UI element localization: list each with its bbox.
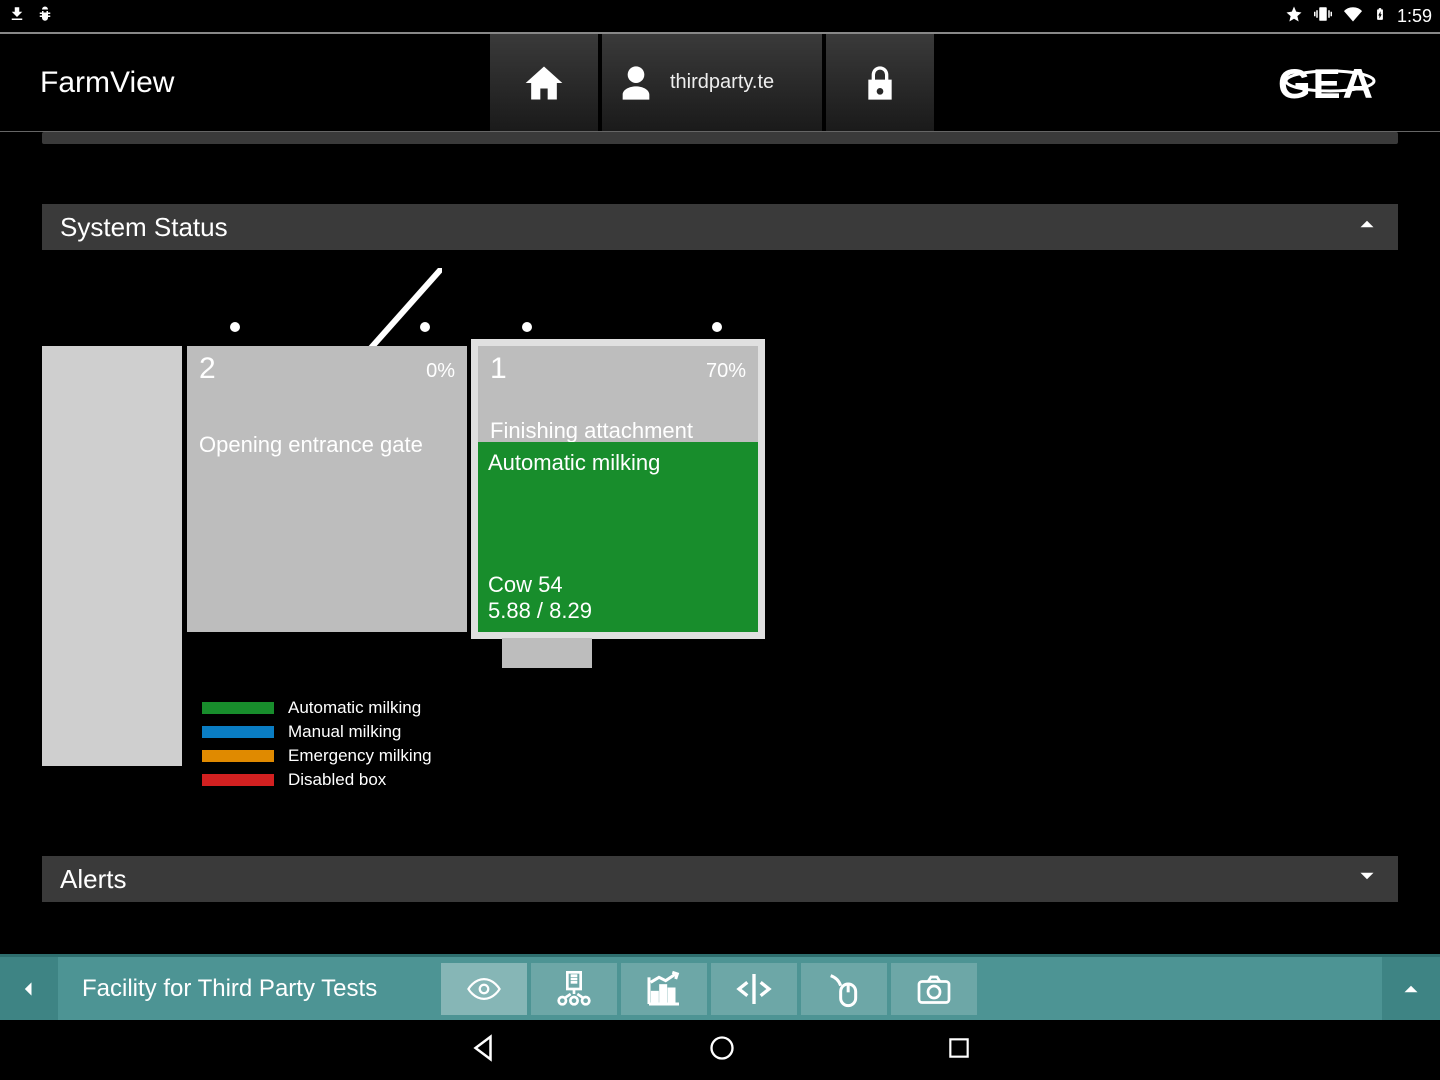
dot (522, 322, 532, 332)
legend-row-auto: Automatic milking (202, 696, 432, 720)
legend-label: Manual milking (288, 722, 401, 742)
dot (420, 322, 430, 332)
box-percent: 70% (706, 360, 746, 383)
app-header: FarmView thirdparty.te GEA (0, 34, 1440, 132)
bottom-toolbar: Facility for Third Party Tests (0, 954, 1440, 1020)
main-area: System Status 2 0% Opening entrance gate (0, 132, 1440, 890)
home-button[interactable] (490, 34, 598, 131)
swatch-red (202, 774, 274, 786)
stats-button[interactable] (621, 963, 707, 1015)
gate-line (362, 268, 442, 358)
side-block (42, 346, 182, 766)
debug-icon (36, 5, 54, 28)
box-cow: Cow 54 (488, 572, 563, 598)
box-number: 1 (490, 352, 507, 386)
legend-label: Emergency milking (288, 746, 432, 766)
back-button[interactable] (0, 957, 58, 1020)
alerts-title: Alerts (60, 864, 126, 895)
mouse-button[interactable] (801, 963, 887, 1015)
legend-row-disabled: Disabled box (202, 768, 432, 792)
box-yield: 5.88 / 8.29 (488, 598, 592, 624)
lock-button[interactable] (826, 34, 934, 131)
legend-label: Disabled box (288, 770, 386, 790)
alerts-header[interactable]: Alerts (42, 856, 1398, 902)
split-button[interactable] (711, 963, 797, 1015)
nav-home-button[interactable] (708, 1034, 736, 1067)
box-status: Finishing attachment (490, 418, 693, 444)
legend-row-manual: Manual milking (202, 720, 432, 744)
dot (712, 322, 722, 332)
wifi-icon (1343, 5, 1363, 28)
box-status: Opening entrance gate (199, 432, 423, 458)
box-percent: 0% (426, 360, 455, 383)
legend-row-emergency: Emergency milking (202, 744, 432, 768)
brand-logo: GEA (1278, 56, 1418, 115)
vibrate-icon (1313, 5, 1333, 28)
swatch-blue (202, 726, 274, 738)
dot (230, 322, 240, 332)
expand-up-button[interactable] (1382, 957, 1440, 1020)
swatch-green (202, 702, 274, 714)
chevron-down-icon (1354, 863, 1380, 896)
chevron-up-icon (1354, 211, 1380, 243)
legend-label: Automatic milking (288, 698, 421, 718)
user-label: thirdparty.te (670, 71, 774, 94)
download-icon (8, 5, 26, 28)
system-status-body: 2 0% Opening entrance gate 1 70% Finishi… (42, 250, 1398, 810)
box-number: 2 (199, 352, 216, 386)
view-button[interactable] (441, 963, 527, 1015)
stub-block (502, 638, 592, 668)
collapsed-section-sliver[interactable] (42, 132, 1398, 144)
system-status-header[interactable]: System Status (42, 204, 1398, 250)
system-status-title: System Status (60, 212, 228, 243)
box-mode-panel: Automatic milking Cow 54 5.88 / 8.29 (478, 442, 758, 632)
facility-title: Facility for Third Party Tests (58, 975, 401, 1003)
milking-diagram: 2 0% Opening entrance gate 1 70% Finishi… (42, 250, 1398, 810)
legend: Automatic milking Manual milking Emergen… (202, 696, 432, 792)
android-nav-bar (0, 1020, 1440, 1080)
nav-back-button[interactable] (468, 1033, 498, 1068)
milking-box-1[interactable]: 1 70% Finishing attachment Automatic mil… (478, 346, 758, 632)
battery-charging-icon (1373, 4, 1387, 29)
nav-recent-button[interactable] (946, 1035, 972, 1066)
swatch-orange (202, 750, 274, 762)
milking-box-2[interactable]: 2 0% Opening entrance gate (187, 346, 467, 632)
box-mode-label: Automatic milking (488, 450, 748, 476)
star-icon (1285, 5, 1303, 28)
app-title: FarmView (40, 66, 174, 100)
svg-text:GEA: GEA (1278, 60, 1375, 107)
camera-button[interactable] (891, 963, 977, 1015)
android-status-bar: 1:59 (0, 0, 1440, 32)
status-time: 1:59 (1397, 6, 1432, 27)
farm-button[interactable] (531, 963, 617, 1015)
user-button[interactable]: thirdparty.te (602, 34, 822, 131)
